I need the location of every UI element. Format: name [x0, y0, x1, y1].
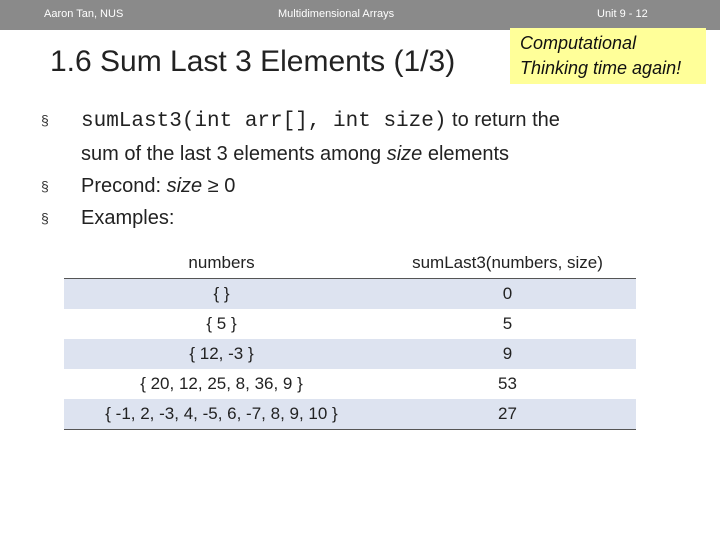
column-header-result: sumLast3(numbers, size) — [412, 253, 603, 272]
bullet-text: Precond: — [81, 175, 167, 197]
bullet-list: § sumLast3(int arr[], int size) to retur… — [40, 104, 680, 234]
table-row: { -1, 2, -3, 4, -5, 6, -7, 8, 9, 10 } 27 — [64, 399, 636, 430]
bullet-item: § Examples: — [40, 202, 680, 234]
bullet-text: ≥ 0 — [202, 175, 236, 197]
callout-line-2: Thinking time again! — [520, 58, 682, 78]
callout-line-1: Computational — [520, 33, 637, 53]
slide-title: 1.6 Sum Last 3 Elements (1/3) — [50, 45, 456, 78]
bullet-text: elements — [422, 143, 510, 165]
table-cell-numbers: { 12, -3 } — [189, 344, 254, 363]
examples-table: numbers sumLast3(numbers, size) { } 0 { … — [64, 248, 636, 430]
table-cell-result: 9 — [502, 344, 513, 363]
slide-number: Unit 9 - 12 — [597, 8, 648, 20]
topic-label: Multidimensional Arrays — [278, 8, 395, 20]
bullet-marker: § — [41, 112, 49, 128]
table-cell-numbers: { 20, 12, 25, 8, 36, 9 } — [140, 374, 303, 393]
table-row: { 20, 12, 25, 8, 36, 9 } 53 — [64, 369, 636, 399]
bullet-text: sum of the last 3 elements among — [81, 143, 387, 165]
bullet-marker: § — [41, 210, 49, 226]
bullet-item: § Precond: size ≥ 0 — [40, 170, 680, 202]
author-label: Aaron Tan, NUS — [44, 8, 124, 20]
table-cell-result: 0 — [502, 284, 513, 303]
bullet-marker: § — [41, 178, 49, 194]
table-header-row: numbers sumLast3(numbers, size) — [64, 248, 636, 279]
table-row: { 5 } 5 — [64, 309, 636, 339]
table-row: { 12, -3 } 9 — [64, 339, 636, 369]
bullet-text-emphasis: size — [386, 143, 423, 165]
table-cell-numbers: { -1, 2, -3, 4, -5, 6, -7, 8, 9, 10 } — [105, 404, 338, 423]
bullet-text: Examples: — [81, 207, 175, 229]
table-cell-result: 53 — [498, 374, 517, 393]
function-signature: sumLast3(int arr[], int size) — [81, 110, 447, 133]
table-cell-numbers: { } — [213, 284, 230, 303]
table-cell-result: 5 — [502, 314, 513, 333]
table-cell-numbers: { 5 } — [206, 314, 237, 333]
bullet-text-emphasis: size — [166, 175, 203, 197]
callout-box: Computational Thinking time again! — [510, 28, 706, 84]
table-row: { } 0 — [64, 278, 636, 309]
table-cell-result: 27 — [498, 404, 517, 423]
column-header-numbers: numbers — [188, 253, 255, 272]
bullet-item: § sumLast3(int arr[], int size) to retur… — [40, 104, 680, 170]
bullet-text: to return the — [446, 109, 560, 131]
